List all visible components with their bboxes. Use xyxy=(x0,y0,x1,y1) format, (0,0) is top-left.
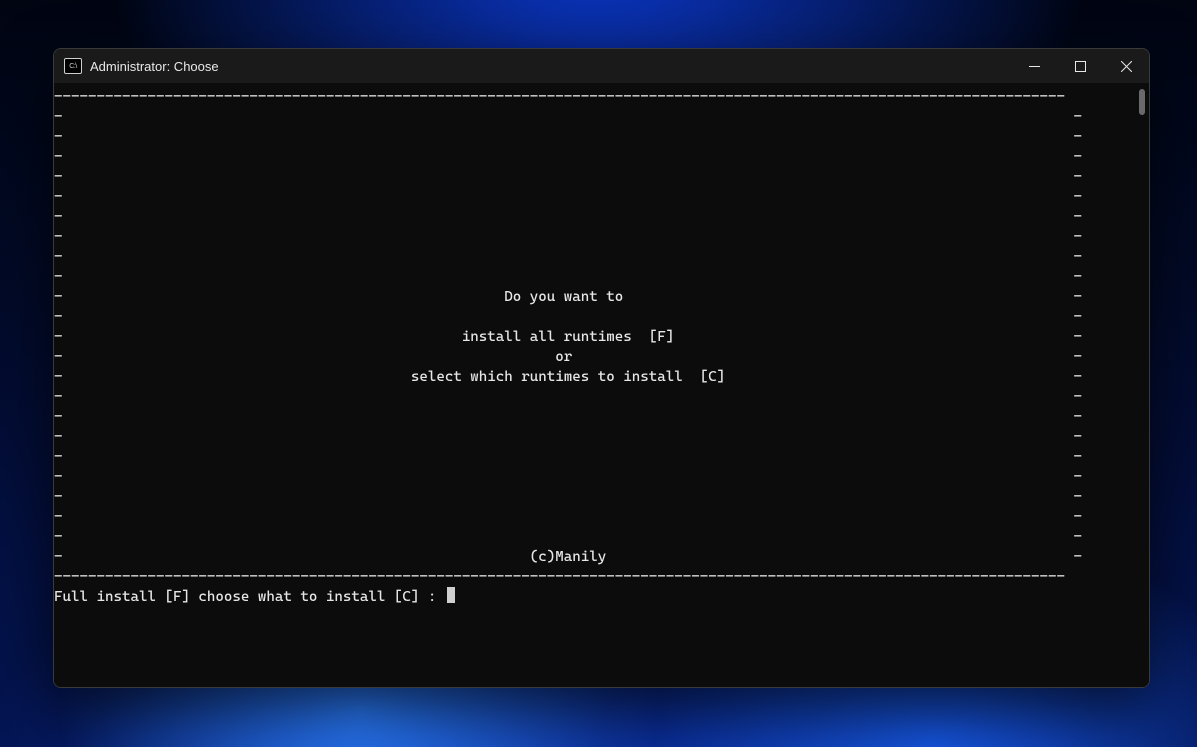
input-caret[interactable] xyxy=(447,587,455,603)
window-title: Administrator: Choose xyxy=(90,59,219,74)
scrollbar-track[interactable] xyxy=(1135,83,1149,687)
close-button[interactable] xyxy=(1103,49,1149,83)
minimize-button[interactable] xyxy=(1011,49,1057,83)
titlebar[interactable]: C:\ Administrator: Choose xyxy=(54,49,1149,83)
cmd-icon: C:\ xyxy=(64,58,82,74)
terminal-output[interactable]: ----------------------------------------… xyxy=(54,83,1135,687)
scrollbar-thumb[interactable] xyxy=(1139,89,1145,115)
maximize-button[interactable] xyxy=(1057,49,1103,83)
terminal-window: C:\ Administrator: Choose --------------… xyxy=(53,48,1150,688)
terminal-area[interactable]: ----------------------------------------… xyxy=(54,83,1149,687)
